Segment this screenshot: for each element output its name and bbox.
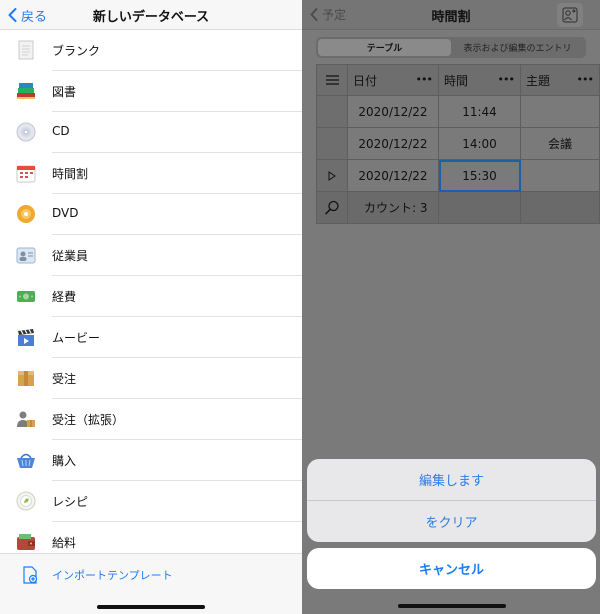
search-button[interactable] [316,192,348,224]
id-card-icon [16,247,36,264]
list-item-employees[interactable]: 従業員 [0,235,302,276]
cell-time-selected[interactable]: 15:30 [439,160,521,192]
column-header-subject[interactable]: 主題 ••• [521,64,600,96]
list-item-label: 受注（拡張） [52,413,125,427]
import-template-label: インポートテンプレート [52,569,173,582]
list-item-label: レシピ [52,495,89,509]
list-item-label: ブランク [52,44,101,58]
column-header-label: 主題 [526,73,551,88]
table-row[interactable]: 2020/12/22 14:00 会議 [316,128,600,160]
timetable-panel: 予定 時間割 テーブル 表示および編集のエントリ 日付 ••• 時間 ••• 主… [302,0,600,614]
action-sheet: 編集します をクリア [307,459,596,542]
table-footer-row: カウント: 3 [316,192,600,224]
row-handle[interactable] [316,128,348,160]
share-person-icon [562,7,578,23]
list-item-orders[interactable]: 受注 [0,358,302,399]
column-header-time[interactable]: 時間 ••• [439,64,521,96]
footer-cell [521,192,600,224]
share-button[interactable] [557,3,583,27]
cancel-button[interactable]: キャンセル [307,548,596,589]
list-item-label: 図書 [52,85,77,99]
column-header-label: 時間 [444,73,469,88]
plate-icon [16,491,36,511]
view-segmented-control: テーブル 表示および編集のエントリ [316,37,586,58]
list-item-blank[interactable]: ブランク [0,30,302,71]
money-icon [17,291,35,302]
edit-action-button[interactable]: 編集します [307,459,596,500]
play-triangle-icon [328,170,336,181]
wallet-icon [17,534,35,550]
menu-button[interactable] [316,64,348,96]
row-handle[interactable] [316,96,348,128]
list-item-label: CD [52,124,70,138]
cell-date[interactable]: 2020/12/22 [348,96,439,128]
list-item-recipes[interactable]: レシピ [0,481,302,522]
list-item-purchases[interactable]: 購入 [0,440,302,481]
list-item-label: 購入 [52,454,77,468]
books-icon [17,83,35,99]
box-icon [18,371,34,386]
clear-action-button[interactable]: をクリア [307,501,596,542]
new-database-panel: 戻る 新しいデータベース ブランク 図書 CD 時間割 DVD 従業員 経費 ム… [0,0,302,614]
column-header-date[interactable]: 日付 ••• [348,64,439,96]
more-icon[interactable]: ••• [577,73,594,86]
cell-date[interactable]: 2020/12/22 [348,160,439,192]
list-item-orders-extended[interactable]: 受注（拡張） [0,399,302,440]
segment-table[interactable]: テーブル [318,39,451,56]
table-header-row: 日付 ••• 時間 ••• 主題 ••• [316,64,600,96]
list-item-cd[interactable]: CD [0,112,302,153]
page-title: 新しいデータベース [92,10,210,25]
cell-subject[interactable]: 会議 [521,128,600,160]
list-item-label: DVD [52,206,79,220]
calendar-icon [16,165,36,183]
list-item-expenses[interactable]: 経費 [0,276,302,317]
cell-subject[interactable] [521,96,600,128]
data-table: 日付 ••• 時間 ••• 主題 ••• 2020/12/22 11:44 20… [316,64,600,224]
navigation-bar: 戻る 新しいデータベース [0,0,302,30]
page-title: 時間割 [431,10,471,25]
cell-time[interactable]: 14:00 [439,128,521,160]
segment-entry[interactable]: 表示および編集のエントリ [451,39,584,56]
import-doc-icon [23,566,38,584]
more-icon[interactable]: ••• [416,73,433,86]
list-item-label: 給料 [52,536,77,550]
list-item-books[interactable]: 図書 [0,71,302,112]
list-item-timetable[interactable]: 時間割 [0,153,302,194]
more-icon[interactable]: ••• [498,73,515,86]
list-item-movies[interactable]: ムービー [0,317,302,358]
footer-cell [439,192,521,224]
list-item-label: 時間割 [52,167,89,181]
list-item-label: 受注 [52,372,77,386]
home-indicator [398,604,506,608]
hamburger-icon [325,75,339,85]
search-icon [324,200,339,215]
list-item-dvd[interactable]: DVD [0,194,302,235]
navigation-bar: 予定 時間割 [302,0,600,30]
cell-time[interactable]: 11:44 [439,96,521,128]
cell-date[interactable]: 2020/12/22 [348,128,439,160]
blank-doc-icon [18,40,34,60]
template-list: ブランク 図書 CD 時間割 DVD 従業員 経費 ムービー 受注 受注（拡張）… [0,30,302,563]
column-header-label: 日付 [353,73,378,88]
cd-icon [16,122,36,142]
clapper-icon [18,329,34,346]
list-item-label: 従業員 [52,249,89,263]
record-count: カウント: 3 [348,192,439,224]
basket-icon [17,453,35,468]
table-row[interactable]: 2020/12/22 15:30 [316,160,600,192]
cell-subject[interactable] [521,160,600,192]
home-indicator [97,605,205,609]
bottom-toolbar: インポートテンプレート [0,553,302,614]
import-template-button[interactable]: インポートテンプレート [22,566,173,584]
list-item-label: ムービー [52,331,101,345]
row-handle[interactable] [316,160,348,192]
person-box-icon [17,411,35,427]
list-item-label: 経費 [52,290,77,304]
dvd-icon [17,205,35,223]
table-row[interactable]: 2020/12/22 11:44 [316,96,600,128]
